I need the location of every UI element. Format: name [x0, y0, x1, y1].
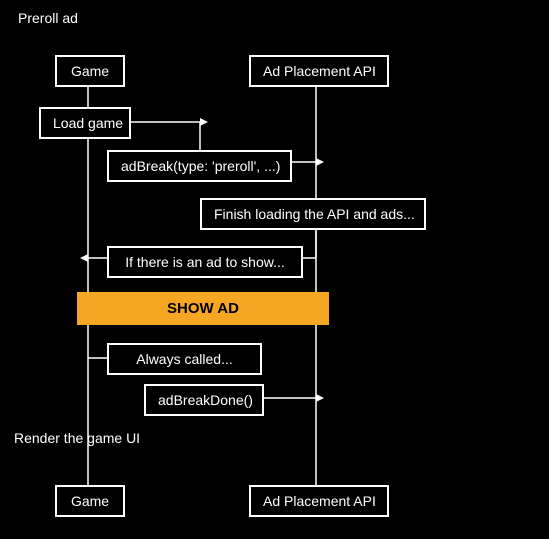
- always-called-box: Always called...: [107, 343, 262, 375]
- if-ad-box: If there is an ad to show...: [107, 246, 303, 278]
- game-box-top: Game: [55, 55, 125, 87]
- show-ad-box: SHOW AD: [77, 292, 329, 325]
- adbreak-done-box: adBreakDone(): [144, 384, 264, 416]
- adbreak-call-box: adBreak(type: 'preroll', ...): [107, 150, 292, 182]
- game-box-bottom: Game: [55, 485, 125, 517]
- finish-loading-box: Finish loading the API and ads...: [200, 198, 426, 230]
- render-game-ui-label: Render the game UI: [14, 430, 140, 446]
- load-game-box: Load game: [39, 107, 131, 139]
- ad-placement-api-box-top: Ad Placement API: [249, 55, 389, 87]
- ad-placement-api-box-bottom: Ad Placement API: [249, 485, 389, 517]
- preroll-ad-label: Preroll ad: [18, 10, 78, 26]
